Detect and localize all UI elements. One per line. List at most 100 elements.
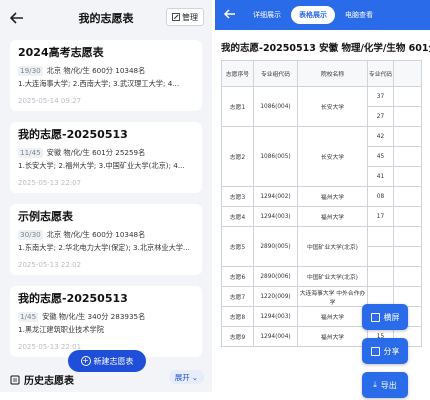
history-title: 历史志愿表 <box>24 376 74 387</box>
table-row: 志愿4 1294(003) 福州大学 17 <box>221 206 422 227</box>
card-meta: 11/45 安徽 物/化/生 601分 25259名 <box>18 148 194 158</box>
view-tabs: 详细展示 表格展示 电脑查看 <box>245 6 381 24</box>
expand-button[interactable]: 展开 ⌄ <box>168 370 204 384</box>
cell-extra <box>393 266 422 287</box>
cell-seq: 志愿5 <box>221 226 254 267</box>
table-header-row: 志愿序号 专业组代码 院校名称 专业代码 <box>221 60 422 87</box>
card-meta-text: 安徽 物/化/生 340分 283935名 <box>42 312 146 321</box>
cell-seq: 志愿9 <box>221 326 254 347</box>
card-title: 示例志愿表 <box>18 210 73 223</box>
edit-icon <box>172 13 180 21</box>
card-title: 2024高考志愿表 <box>18 46 104 59</box>
header-code: 专业组代码 <box>253 60 298 87</box>
cell-major <box>367 246 394 267</box>
card-schools: 1.黑龙江建筑职业技术学院 <box>18 325 104 334</box>
card-meta: 1/45 安徽 物/化/生 340分 283935名 <box>18 312 194 322</box>
share-icon <box>370 346 380 356</box>
cell-major: 27 <box>367 106 394 127</box>
card-date: 2025-05-13 22:07 <box>18 179 82 187</box>
header-school: 院校名称 <box>297 60 368 87</box>
landscape-label: 横屏 <box>383 312 400 322</box>
manage-label: 管理 <box>182 12 198 22</box>
rotate-screen-icon <box>370 312 380 322</box>
cell-seq: 志愿2 <box>221 126 254 187</box>
table-row: 志愿1 1086(004) 长安大学 37 <box>221 86 422 127</box>
cell-extra <box>393 146 422 167</box>
table-title: 我的志愿-20250513 安徽 物理/化学/生物 601分/2 <box>221 43 430 54</box>
cell-code: 2890(006) <box>253 266 298 287</box>
back-arrow-icon[interactable] <box>223 7 237 21</box>
card-meta-text: 安徽 物/化/生 601分 25259名 <box>46 148 146 157</box>
cell-major: 17 <box>367 206 394 227</box>
cell-extra <box>393 126 422 147</box>
tab-computer[interactable]: 电脑查看 <box>337 6 381 24</box>
cell-school: 长安大学 <box>297 86 368 127</box>
table-row: 志愿3 1294(002) 福州大学 08 <box>221 186 422 207</box>
card-schools: 1.长安大学; 2.福州大学; 3.中国矿业大学(北京); 4... <box>18 161 185 170</box>
tab-detail[interactable]: 详细展示 <box>245 6 289 24</box>
header-extra <box>393 60 422 87</box>
cell-school: 中国矿业大学(北京) <box>297 266 368 287</box>
cell-major <box>367 266 394 287</box>
share-label: 分享 <box>383 346 400 356</box>
app-root: 我的志愿表 管理 2024高考志愿表 19/30 北京 物/化/生 600分 10… <box>0 0 430 400</box>
share-button[interactable]: 分享 <box>362 338 408 364</box>
download-icon: ⤓ <box>373 380 377 389</box>
card-date: 2025-05-13 22:02 <box>18 261 82 269</box>
left-header: 我的志愿表 管理 <box>0 0 212 36</box>
cell-extra <box>393 166 422 187</box>
card-schools: 1.东南大学; 2.华北电力大学(保定); 3.北京林业大学... <box>18 243 190 252</box>
count-badge: 1/45 <box>18 312 39 322</box>
cell-extra <box>393 226 422 247</box>
cell-major: 08 <box>367 186 394 207</box>
cell-school: 福州大学 <box>297 306 368 327</box>
table-row: 志愿5 2890(005) 中国矿业大学(北京) <box>221 226 422 267</box>
cell-school: 福州大学 <box>297 206 368 227</box>
cell-code: 1294(004) <box>253 326 298 347</box>
cell-seq: 志愿3 <box>221 186 254 207</box>
cell-code: 1086(004) <box>253 86 298 127</box>
card-meta: 19/30 北京 物/化/生 600分 10348名 <box>18 66 194 76</box>
table-row: 志愿2 1086(005) 长安大学 42 <box>221 126 422 187</box>
card-meta: 30/30 北京 物/化/生 600分 10348名 <box>18 230 194 240</box>
cell-code: 1086(005) <box>253 126 298 187</box>
cell-extra <box>393 206 422 227</box>
cell-seq: 志愿7 <box>221 286 254 307</box>
cell-code: 1294(002) <box>253 186 298 207</box>
cell-school: 长安大学 <box>297 126 368 187</box>
cell-seq: 志愿1 <box>221 86 254 127</box>
count-badge: 11/45 <box>18 148 43 158</box>
cell-seq: 志愿8 <box>221 306 254 327</box>
chevron-down-icon: ⌄ <box>191 372 198 382</box>
card-meta-text: 北京 物/化/生 600分 10348名 <box>46 230 146 239</box>
cell-school: 中国矿业大学(北京) <box>297 226 368 267</box>
cell-code: 2890(005) <box>253 226 298 267</box>
cell-major: 41 <box>367 166 394 187</box>
cell-code: 1294(003) <box>253 206 298 227</box>
cell-code: 1294(003) <box>253 306 298 327</box>
cell-school: 大连海事大学 中外合作办学 <box>297 286 368 307</box>
volunteer-card[interactable]: 2024高考志愿表 19/30 北京 物/化/生 600分 10348名 1.大连… <box>10 40 202 111</box>
tab-table[interactable]: 表格展示 <box>291 6 335 24</box>
cell-extra <box>393 106 422 127</box>
new-volunteer-label: 新建志愿表 <box>93 356 134 366</box>
history-doc-icon <box>10 375 20 384</box>
cell-extra <box>393 186 422 207</box>
volunteer-card[interactable]: 我的志愿-20250513 1/45 安徽 物/化/生 340分 283935名 … <box>10 286 202 357</box>
cell-extra <box>393 86 422 107</box>
volunteer-card[interactable]: 示例志愿表 30/30 北京 物/化/生 600分 10348名 1.东南大学; … <box>10 204 202 275</box>
cell-major: 42 <box>367 126 394 147</box>
landscape-button[interactable]: 横屏 <box>362 304 408 330</box>
table-row: 志愿6 2890(006) 中国矿业大学(北京) <box>221 266 422 287</box>
export-button[interactable]: ⤓ 导出 <box>362 372 408 398</box>
cell-major <box>367 226 394 247</box>
cell-seq: 志愿6 <box>221 266 254 287</box>
count-badge: 30/30 <box>18 230 43 240</box>
volunteer-card[interactable]: 我的志愿-20250513 11/45 安徽 物/化/生 601分 25259名 … <box>10 122 202 193</box>
card-schools: 1.大连海事大学; 2.西南大学; 3.武汉理工大学; 4... <box>18 79 180 88</box>
card-title: 我的志愿-20250513 <box>18 128 128 141</box>
my-volunteer-list-screen: 我的志愿表 管理 2024高考志愿表 19/30 北京 物/化/生 600分 10… <box>0 0 212 400</box>
card-meta-text: 北京 物/化/生 600分 10348名 <box>46 66 146 75</box>
new-volunteer-button[interactable]: + 新建志愿表 <box>68 350 146 372</box>
manage-button[interactable]: 管理 <box>166 8 204 26</box>
